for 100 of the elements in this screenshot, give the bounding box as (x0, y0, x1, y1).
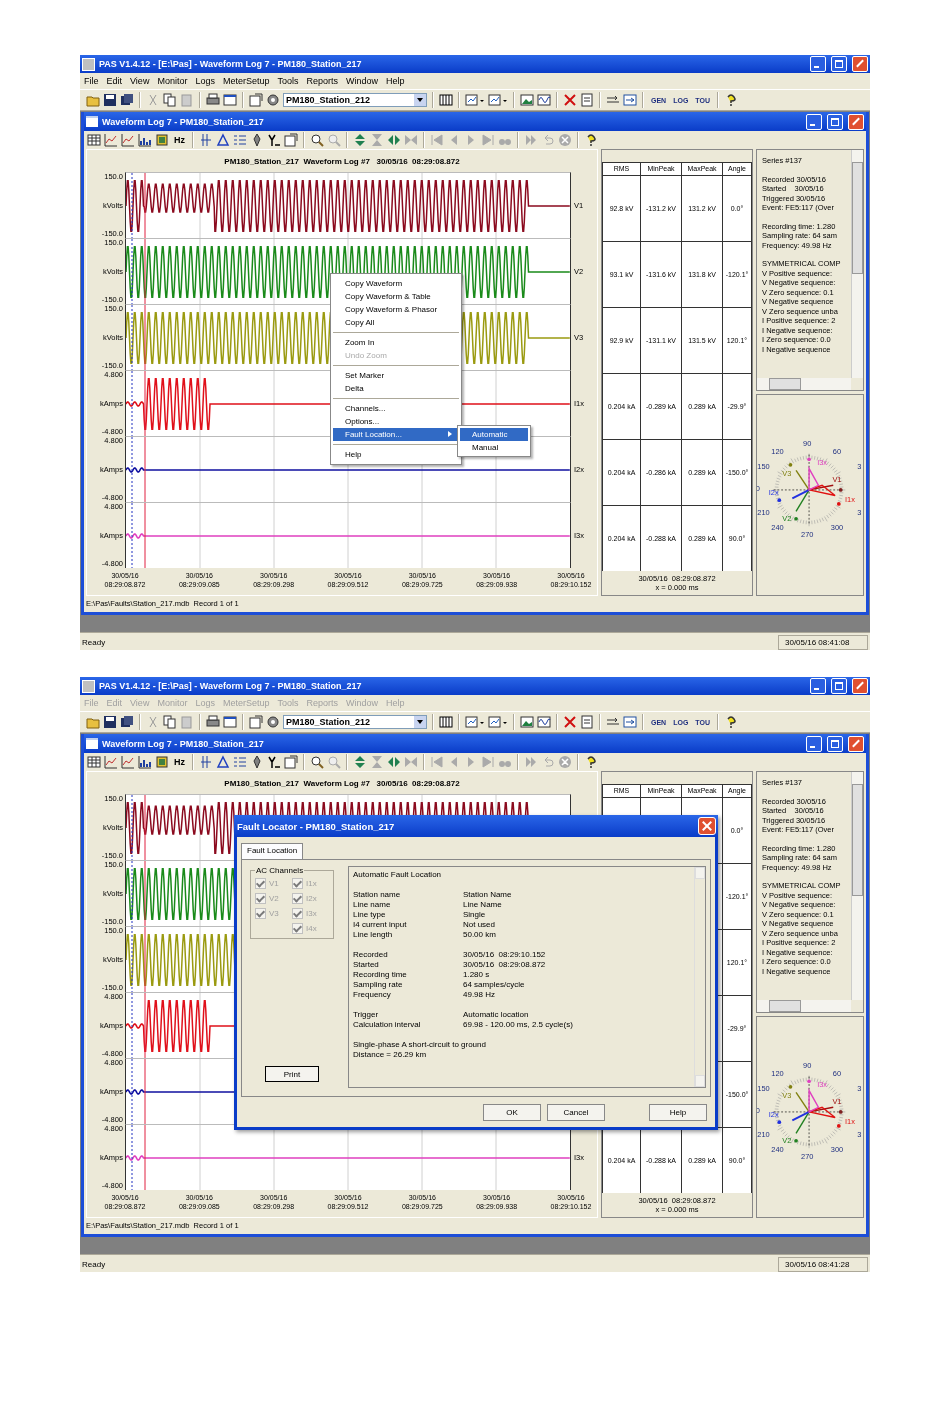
chart-icon[interactable] (465, 93, 485, 107)
cursor-icon[interactable] (199, 133, 213, 147)
page-icon[interactable] (580, 715, 594, 729)
print-button[interactable]: Print (265, 1066, 319, 1082)
chart-icon[interactable] (465, 715, 485, 729)
axis-icon[interactable] (267, 133, 281, 147)
waveform-icon[interactable] (537, 93, 551, 107)
grid-icon[interactable] (87, 133, 101, 147)
menu-item[interactable]: Zoom In (333, 336, 459, 349)
exchange-icon[interactable] (623, 93, 637, 107)
bar-chart-icon[interactable] (138, 755, 152, 769)
scrollbar[interactable] (851, 772, 863, 1000)
menu-item[interactable]: Set Marker (333, 369, 459, 382)
save-icon[interactable] (103, 93, 117, 107)
maximize-button[interactable] (831, 678, 847, 694)
menu-item[interactable]: Delta (333, 382, 459, 395)
chart-icon[interactable] (488, 715, 508, 729)
scrollbar[interactable] (757, 378, 851, 390)
left-right-icon[interactable] (387, 133, 401, 147)
menu-item[interactable]: Copy Waveform (333, 277, 459, 290)
device-dropdown[interactable]: PM180_Station_212 (283, 715, 427, 729)
printer-icon[interactable] (206, 715, 220, 729)
cross-icon[interactable] (563, 715, 577, 729)
menu-item[interactable]: MeterSetup (222, 76, 270, 86)
menu-item[interactable]: Channels... (333, 402, 459, 415)
axis-icon[interactable] (267, 755, 281, 769)
close-button[interactable] (852, 678, 868, 694)
menu-item[interactable]: Copy Waveform & Table (333, 290, 459, 303)
properties-icon[interactable] (284, 755, 298, 769)
minimize-button[interactable] (806, 113, 822, 130)
minimize-button[interactable] (810, 678, 826, 694)
device-dropdown[interactable]: PM180_Station_212 (283, 93, 427, 107)
line-chart-icon[interactable] (104, 755, 118, 769)
minimize-button[interactable] (806, 735, 822, 752)
help-icon[interactable] (584, 755, 598, 769)
page-icon[interactable] (580, 93, 594, 107)
chip-icon[interactable] (155, 133, 169, 147)
gear-icon[interactable] (266, 93, 280, 107)
tab[interactable]: Fault Location (241, 843, 304, 859)
dialog-button[interactable]: OK (483, 1103, 541, 1121)
menu-item[interactable]: Monitor (157, 76, 188, 86)
menu-item[interactable]: Logs (195, 76, 215, 86)
save-icon[interactable] (103, 715, 117, 729)
line-chart-icon[interactable] (104, 133, 118, 147)
stop-icon[interactable] (558, 755, 572, 769)
copy-icon[interactable] (163, 93, 177, 107)
menu-item[interactable]: Manual (460, 441, 528, 454)
menu-item[interactable]: Copy Waveform & Phasor (333, 303, 459, 316)
chip-icon[interactable] (155, 755, 169, 769)
close-button[interactable] (852, 56, 868, 72)
menu-item[interactable]: Edit (106, 76, 123, 86)
bar-chart-icon[interactable] (138, 133, 152, 147)
delta-icon[interactable] (216, 133, 230, 147)
chart-icon[interactable] (488, 93, 508, 107)
disks-icon[interactable] (120, 93, 134, 107)
close-button[interactable] (848, 113, 864, 130)
menu-item[interactable]: Reports (306, 76, 338, 86)
toolbar-button[interactable]: Hz (172, 135, 187, 145)
zoom-in-icon[interactable] (310, 755, 324, 769)
dialog-button[interactable]: Cancel (547, 1103, 605, 1121)
up-down-icon[interactable] (353, 755, 367, 769)
exchange-icon[interactable] (623, 715, 637, 729)
printer-icon[interactable] (206, 93, 220, 107)
cross-icon[interactable] (563, 93, 577, 107)
help-icon[interactable] (724, 715, 738, 729)
cursor-icon[interactable] (199, 755, 213, 769)
properties-icon[interactable] (249, 93, 263, 107)
close-button[interactable] (698, 817, 716, 835)
toolbar-button[interactable]: Hz (172, 757, 187, 767)
scrollbar[interactable] (757, 1000, 851, 1012)
properties-icon[interactable] (249, 715, 263, 729)
disks-icon[interactable] (120, 715, 134, 729)
dialog-button[interactable]: Help (649, 1103, 707, 1121)
columns-icon[interactable] (439, 715, 453, 729)
help-icon[interactable] (724, 93, 738, 107)
help-icon[interactable] (584, 133, 598, 147)
maximize-button[interactable] (827, 113, 843, 130)
up-down-icon[interactable] (353, 133, 367, 147)
minimize-button[interactable] (810, 56, 826, 72)
menu-item[interactable]: File (84, 76, 99, 86)
menu-item[interactable]: Copy All (333, 316, 459, 329)
menu-item[interactable]: Help (386, 76, 405, 86)
line-chart-icon[interactable] (121, 133, 135, 147)
menu-item[interactable]: Options... (333, 415, 459, 428)
maximize-button[interactable] (827, 735, 843, 752)
stop-icon[interactable] (558, 133, 572, 147)
menu-item[interactable]: Window (346, 76, 378, 86)
image-icon[interactable] (520, 715, 534, 729)
menu-item[interactable]: Tools (277, 76, 299, 86)
copy-icon[interactable] (163, 715, 177, 729)
grid-icon[interactable] (87, 755, 101, 769)
properties-icon[interactable] (284, 133, 298, 147)
left-right-icon[interactable] (387, 755, 401, 769)
waveform-icon[interactable] (537, 715, 551, 729)
maximize-button[interactable] (831, 56, 847, 72)
columns-icon[interactable] (439, 93, 453, 107)
delta-icon[interactable] (216, 755, 230, 769)
menu-item[interactable]: Automatic (460, 428, 528, 441)
image-icon[interactable] (520, 93, 534, 107)
window-icon[interactable] (223, 715, 237, 729)
